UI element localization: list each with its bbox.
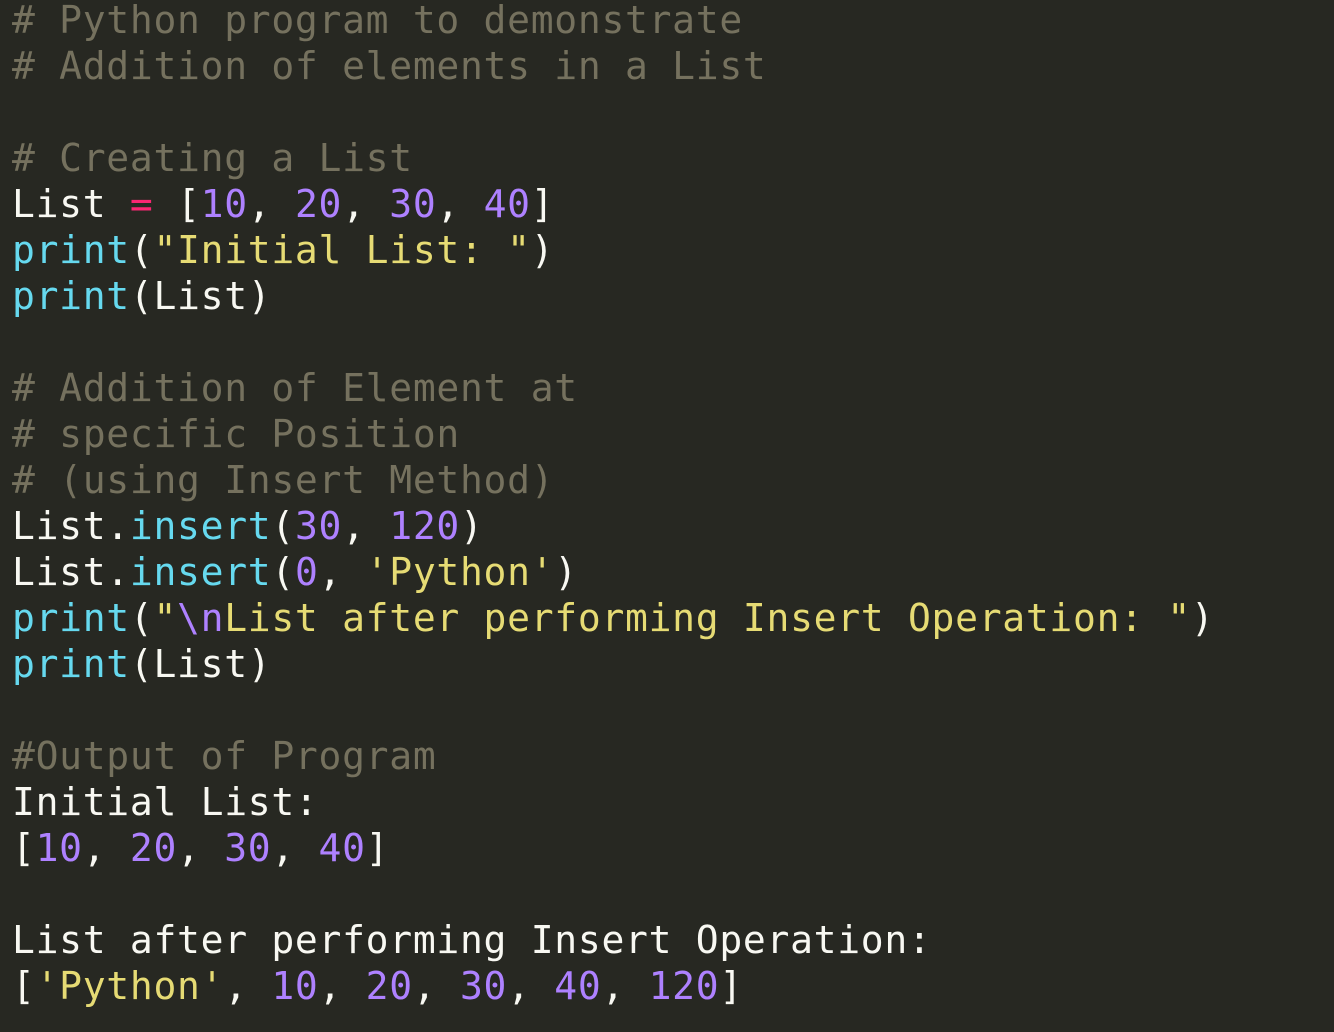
code-token-number: 40	[483, 182, 531, 226]
code-line: # Creating a List	[12, 135, 1214, 181]
code-token-number: 120	[648, 964, 720, 1008]
code-line: ​	[12, 319, 1214, 365]
code-token-plain: )	[554, 550, 578, 594]
code-token-comment: #Output of Program	[12, 734, 437, 778]
code-token-plain: ,	[436, 182, 484, 226]
code-token-number: 120	[389, 504, 460, 548]
code-token-string: 'Python'	[365, 550, 555, 594]
code-token-plain: ]	[365, 826, 390, 870]
code-line: List.insert(0, 'Python')	[12, 549, 1214, 595]
code-token-plain: (List)	[129, 642, 272, 686]
code-token-plain: (List)	[129, 274, 272, 318]
code-line: List.insert(30, 120)	[12, 503, 1214, 549]
code-line: # Addition of Element at	[12, 365, 1214, 411]
code-token-plain: [	[12, 964, 36, 1008]
code-token-number: 30	[224, 826, 272, 870]
code-line: Initial List:	[12, 779, 1214, 825]
code-token-string: List after performing Insert Operation: …	[224, 596, 1191, 640]
code-token-plain: ,	[82, 826, 130, 870]
code-token-comment: # specific Position	[12, 412, 460, 456]
code-token-number: 10	[35, 826, 83, 870]
code-token-plain: List after performing Insert Operation:	[12, 918, 932, 962]
code-token-function: print	[12, 274, 130, 318]
code-token-plain: List.	[12, 504, 130, 548]
code-line: # Python program to demonstrate	[12, 0, 1214, 43]
code-token-number: 40	[554, 964, 602, 1008]
code-token-method: insert	[129, 550, 272, 594]
code-token-plain: ,	[601, 964, 649, 1008]
code-token-comment: # Addition of Element at	[12, 366, 578, 410]
code-line: print("Initial List: ")	[12, 227, 1214, 273]
code-token-number: 20	[129, 826, 178, 870]
code-line: ​	[12, 871, 1214, 917]
code-token-plain: )	[459, 504, 484, 548]
code-token-string: 'Python'	[35, 964, 225, 1008]
code-token-comment: # (using Insert Method)	[12, 458, 555, 502]
code-lines: # Python program to demonstrate # Additio…	[12, 0, 1214, 1009]
code-token-plain: (	[271, 550, 295, 594]
code-token-plain: ,	[318, 550, 366, 594]
code-token-plain: Initial List:	[12, 780, 319, 824]
code-token-plain: ,	[318, 964, 366, 1008]
code-token-function: print	[12, 642, 130, 686]
code-line: print("\nList after performing Insert Op…	[12, 595, 1214, 641]
code-line: print(List)	[12, 641, 1214, 687]
code-token-function: print	[12, 596, 130, 640]
code-token-comment: # Creating a List	[12, 136, 413, 180]
code-token-plain: ,	[412, 964, 460, 1008]
code-line: #Output of Program	[12, 733, 1214, 779]
code-token-plain: ,	[247, 182, 295, 226]
code-token-number: 40	[318, 826, 366, 870]
code-token-number: 30	[459, 964, 508, 1008]
code-token-plain: ,	[224, 964, 272, 1008]
code-editor[interactable]: # Python program to demonstrate # Additio…	[0, 0, 1334, 1032]
code-token-plain: ,	[507, 964, 555, 1008]
code-token-escape: \n	[177, 596, 225, 640]
code-line: # (using Insert Method)	[12, 457, 1214, 503]
code-token-plain: (	[271, 504, 295, 548]
code-token-number: 20	[365, 964, 413, 1008]
code-line: List after performing Insert Operation:	[12, 917, 1214, 963]
code-token-number: 30	[294, 504, 343, 548]
code-line: # specific Position	[12, 411, 1214, 457]
code-token-number: 0	[294, 550, 319, 594]
code-token-plain: ,	[342, 504, 390, 548]
code-token-number: 30	[389, 182, 437, 226]
code-token-function: print	[12, 228, 130, 272]
code-token-method: insert	[129, 504, 272, 548]
code-token-plain: List	[12, 182, 130, 226]
code-token-plain: )	[1190, 596, 1215, 640]
code-token-comment: # Python program to demonstrate	[12, 0, 743, 42]
code-token-plain: ,	[342, 182, 390, 226]
code-token-plain: [	[153, 182, 201, 226]
code-token-comment: # Addition of elements in a List	[12, 44, 767, 88]
code-line: [10, 20, 30, 40]	[12, 825, 1214, 871]
code-line: print(List)	[12, 273, 1214, 319]
code-token-plain: (	[129, 596, 154, 640]
code-token-plain: List.	[12, 550, 130, 594]
code-token-number: 10	[200, 182, 248, 226]
code-line: ​	[12, 687, 1214, 733]
code-token-operator: =	[129, 182, 154, 226]
code-token-string: "Initial List: "	[153, 228, 531, 272]
code-line: List = [10, 20, 30, 40]	[12, 181, 1214, 227]
code-token-number: 10	[271, 964, 319, 1008]
code-token-string: "	[153, 596, 178, 640]
code-line: # Addition of elements in a List	[12, 43, 1214, 89]
code-token-plain: [	[12, 826, 36, 870]
code-line: ​	[12, 89, 1214, 135]
code-token-plain: ]	[719, 964, 743, 1008]
code-line: ['Python', 10, 20, 30, 40, 120]	[12, 963, 1214, 1009]
code-token-plain: (	[129, 228, 154, 272]
code-token-number: 20	[294, 182, 343, 226]
code-token-plain: ,	[177, 826, 225, 870]
code-token-plain: ,	[271, 826, 319, 870]
code-token-plain: ]	[530, 182, 555, 226]
code-token-plain: )	[530, 228, 555, 272]
